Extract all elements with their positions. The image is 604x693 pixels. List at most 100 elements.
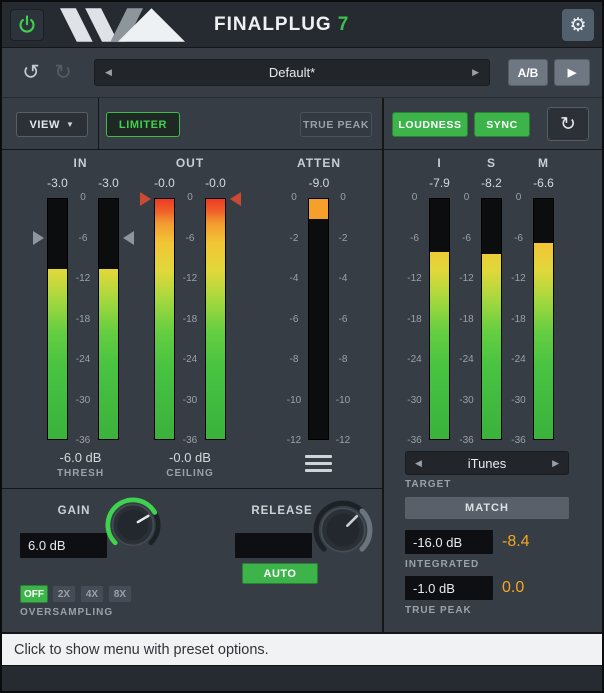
true-peak-label: TRUE PEAK bbox=[405, 605, 472, 616]
scale-tick: -6 bbox=[339, 314, 348, 325]
scale-tick: -36 bbox=[183, 435, 197, 446]
scale-tick: -18 bbox=[183, 314, 197, 325]
ab-compare-button[interactable]: A/B bbox=[508, 59, 548, 86]
undo-icon: ↺ bbox=[22, 60, 40, 85]
release-value-field[interactable] bbox=[235, 533, 312, 558]
preset-name: Default* bbox=[269, 65, 315, 80]
out-meter-scale: 0-6-12-18-24-30-36 bbox=[175, 192, 205, 446]
loudness-reset-button[interactable]: ↻ bbox=[547, 107, 589, 141]
loudness-scale-3: 0-6-12-18-24-30-36 bbox=[506, 192, 531, 446]
in-peak-left: -3.0 bbox=[41, 176, 74, 190]
help-status-text: Click to show menu with preset options. bbox=[14, 642, 269, 658]
scale-tick: -30 bbox=[459, 395, 473, 406]
loudness-scale-2: 0-6-12-18-24-30-36 bbox=[454, 192, 479, 446]
scale-tick: -6 bbox=[410, 233, 419, 244]
scale-tick: -6 bbox=[79, 233, 88, 244]
view-menu-button[interactable]: VIEW ▼ bbox=[16, 112, 88, 137]
plugin-title-main: FINALPLUG bbox=[214, 14, 332, 35]
scale-tick: -18 bbox=[511, 314, 525, 325]
ceiling-marker-right-icon[interactable] bbox=[230, 192, 241, 206]
atten-scale-right: 0-2-4-6-8-10-12 bbox=[332, 192, 354, 446]
in-peak-right: -3.0 bbox=[92, 176, 125, 190]
scale-tick: 0 bbox=[464, 192, 470, 203]
momentary-meter-label: M bbox=[533, 156, 554, 170]
threshold-readout[interactable]: -6.0 dB bbox=[17, 450, 144, 465]
wave-arts-logo bbox=[60, 8, 200, 42]
preset-prev-icon[interactable]: ◀ bbox=[105, 67, 112, 78]
match-button[interactable]: MATCH bbox=[405, 497, 569, 519]
loudness-toggle-button[interactable]: LOUDNESS bbox=[392, 112, 468, 137]
integrated-meter-label: I bbox=[429, 156, 450, 170]
target-selector[interactable]: ◀ iTunes ▶ bbox=[405, 451, 569, 475]
scale-tick: -12 bbox=[287, 435, 301, 446]
scale-tick: -12 bbox=[511, 273, 525, 284]
out-peak-left: -0.0 bbox=[148, 176, 181, 190]
integrated-current-value: -8.4 bbox=[502, 530, 530, 554]
sync-toggle-button[interactable]: SYNC bbox=[474, 112, 530, 137]
scale-tick: -2 bbox=[290, 233, 299, 244]
scale-tick: -24 bbox=[459, 354, 473, 365]
scale-tick: -18 bbox=[76, 314, 90, 325]
integrated-target-field[interactable]: -16.0 dB bbox=[405, 530, 493, 554]
scale-tick: -24 bbox=[76, 354, 90, 365]
plugin-title-version: 7 bbox=[338, 14, 350, 35]
out-meter-left-bar bbox=[154, 198, 175, 440]
integrated-label: INTEGRATED bbox=[405, 559, 479, 570]
true-peak-target-field[interactable]: -1.0 dB bbox=[405, 576, 493, 600]
oversampling-4x-button[interactable]: 4X bbox=[80, 585, 104, 603]
ceiling-readout[interactable]: -0.0 dB bbox=[142, 450, 238, 465]
hamburger-icon bbox=[305, 455, 332, 458]
integrated-peak-value: -7.9 bbox=[417, 176, 462, 190]
oversampling-off-button[interactable]: OFF bbox=[20, 585, 48, 603]
scale-tick: 0 bbox=[412, 192, 418, 203]
scale-tick: -2 bbox=[339, 233, 348, 244]
target-label: TARGET bbox=[405, 479, 451, 490]
view-label: VIEW bbox=[29, 119, 60, 131]
target-prev-icon[interactable]: ◀ bbox=[415, 458, 422, 469]
help-status-bar: Click to show menu with preset options. bbox=[2, 634, 602, 665]
atten-menu-button[interactable] bbox=[305, 452, 332, 474]
scale-tick: -36 bbox=[407, 435, 421, 446]
threshold-marker-left-icon[interactable] bbox=[33, 231, 44, 245]
settings-button[interactable]: ⚙ bbox=[562, 9, 594, 41]
gain-value-field[interactable]: 6.0 dB bbox=[20, 533, 107, 558]
auto-release-button[interactable]: AUTO bbox=[242, 563, 318, 584]
scale-tick: 0 bbox=[340, 192, 346, 203]
oversampling-label: OVERSAMPLING bbox=[20, 607, 113, 618]
target-next-icon[interactable]: ▶ bbox=[552, 458, 559, 469]
threshold-marker-right-icon[interactable] bbox=[123, 231, 134, 245]
gear-icon: ⚙ bbox=[569, 14, 586, 37]
atten-scale-left: 0-2-4-6-8-10-12 bbox=[283, 192, 305, 446]
refresh-icon: ↻ bbox=[560, 113, 576, 136]
gain-knob[interactable] bbox=[104, 496, 162, 554]
preset-advance-button[interactable]: ▶ bbox=[554, 59, 590, 86]
preset-selector[interactable]: ◀ Default* ▶ bbox=[94, 59, 490, 86]
target-name: iTunes bbox=[468, 456, 507, 471]
scale-tick: -24 bbox=[407, 354, 421, 365]
scale-tick: -24 bbox=[511, 354, 525, 365]
scale-tick: -6 bbox=[462, 233, 471, 244]
undo-button[interactable]: ↺ bbox=[16, 58, 46, 86]
redo-button[interactable]: ↻ bbox=[48, 58, 78, 86]
threshold-label: THRESH bbox=[17, 468, 144, 479]
momentary-peak-value: -6.6 bbox=[521, 176, 566, 190]
scale-tick: -30 bbox=[183, 395, 197, 406]
redo-icon: ↻ bbox=[54, 60, 72, 85]
bottom-bar bbox=[2, 665, 602, 691]
scale-tick: -36 bbox=[76, 435, 90, 446]
out-meter-right-bar bbox=[205, 198, 226, 440]
atten-meter-bar bbox=[308, 198, 329, 440]
scale-tick: -12 bbox=[336, 435, 350, 446]
ceiling-marker-left-icon[interactable] bbox=[140, 192, 151, 206]
scale-tick: -8 bbox=[290, 354, 299, 365]
oversampling-2x-button[interactable]: 2X bbox=[52, 585, 76, 603]
release-knob[interactable] bbox=[312, 499, 374, 561]
true-peak-toggle-button[interactable]: TRUE PEAK bbox=[300, 112, 372, 137]
ceiling-label: CEILING bbox=[142, 468, 238, 479]
scale-tick: -36 bbox=[459, 435, 473, 446]
preset-next-icon[interactable]: ▶ bbox=[472, 67, 479, 78]
oversampling-8x-button[interactable]: 8X bbox=[108, 585, 132, 603]
scale-tick: -30 bbox=[76, 395, 90, 406]
power-button[interactable] bbox=[10, 9, 44, 41]
limiter-toggle-button[interactable]: LIMITER bbox=[106, 112, 180, 137]
